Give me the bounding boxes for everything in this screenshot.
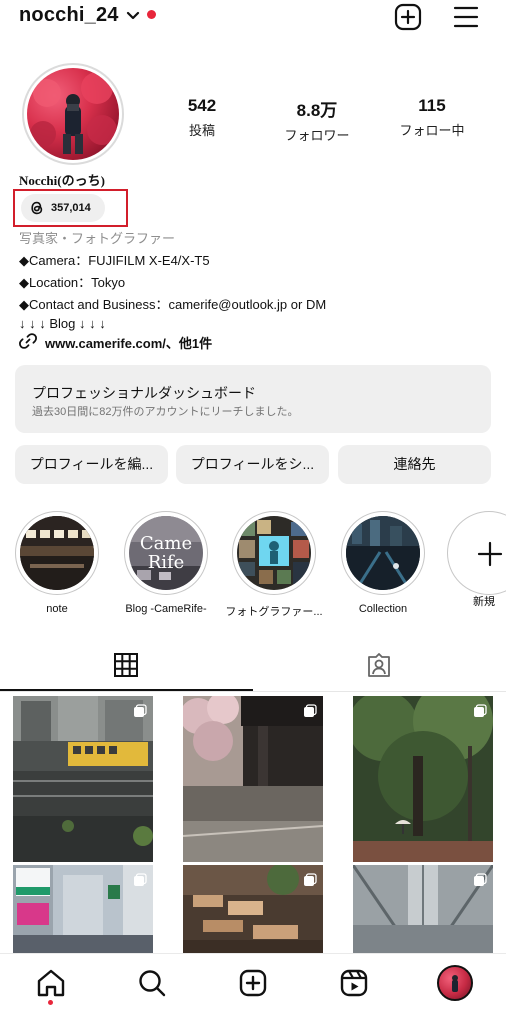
avatar[interactable] — [27, 68, 119, 160]
bio-line: ↓ ↓ ↓ Blog ↓ ↓ ↓ — [19, 316, 106, 331]
post-thumbnail[interactable] — [183, 696, 323, 862]
bio-category: 写真家・フォトグラファー — [19, 231, 176, 246]
highlight-cover — [346, 516, 420, 590]
svg-text:Came: Came — [140, 533, 192, 554]
dashboard-subtitle: 過去30日間に82万件のアカウントにリーチしました。 — [32, 406, 299, 418]
contact-button[interactable]: 連絡先 — [338, 445, 491, 484]
home-notification-dot — [48, 1000, 53, 1005]
carousel-icon — [304, 704, 317, 717]
plus-square-icon[interactable] — [238, 968, 268, 998]
stat-following-value: 115 — [418, 96, 446, 115]
highlight-label: note — [46, 603, 68, 615]
stat-following-label: フォロー中 — [399, 123, 465, 138]
new-highlight-label: 新規 — [473, 596, 495, 608]
grid-icon — [114, 653, 138, 677]
carousel-icon — [134, 704, 147, 717]
bottom-navigation — [0, 953, 506, 1024]
username[interactable]: nocchi_24 — [19, 4, 119, 27]
stat-posts-label: 投稿 — [188, 123, 215, 138]
hamburger-menu-icon[interactable] — [452, 5, 480, 29]
edit-profile-button[interactable]: プロフィールを編... — [15, 445, 168, 484]
bio-link-text[interactable]: www.camerife.com/、他1件 — [45, 333, 212, 352]
post-thumbnail[interactable] — [13, 696, 153, 862]
highlight-note[interactable]: note — [15, 511, 99, 615]
stat-followers-value: 8.8万 — [296, 101, 338, 120]
highlight-label: Collection — [358, 603, 408, 615]
post-thumbnail[interactable] — [353, 865, 493, 953]
post-thumbnail[interactable] — [183, 865, 323, 953]
post-thumbnail[interactable] — [353, 696, 493, 862]
active-tab-indicator — [0, 689, 253, 691]
tagged-person-icon — [368, 653, 390, 677]
svg-text:Rife: Rife — [148, 552, 185, 573]
dashboard-title: プロフェッショナルダッシュボード — [32, 385, 256, 401]
profile-tabs — [0, 640, 506, 692]
home-icon[interactable] — [36, 968, 66, 998]
carousel-icon — [474, 704, 487, 717]
highlight-label: Blog -CameRife- — [125, 603, 207, 615]
highlight-cover — [237, 516, 311, 590]
bio-line: ◆Camera：FUJIFILM X-E4/X-T5 — [19, 253, 210, 268]
search-icon[interactable] — [137, 968, 167, 998]
stat-posts-value: 542 — [187, 96, 217, 115]
bio-line: ◆Location：Tokyo — [19, 275, 126, 290]
highlight-blog[interactable]: Came Rife Blog -CameRife- — [124, 511, 208, 615]
annotation-box — [13, 189, 128, 227]
stat-followers[interactable]: 8.8万 フォロワー — [272, 96, 362, 144]
carousel-icon — [134, 873, 147, 886]
share-profile-button[interactable]: プロフィールをシ... — [176, 445, 329, 484]
highlight-cover: Came Rife — [129, 516, 203, 590]
highlight-label: フォトグラファー... — [225, 606, 323, 618]
reels-icon[interactable] — [339, 968, 369, 998]
tab-tagged[interactable] — [253, 640, 506, 692]
post-thumbnail[interactable] — [13, 865, 153, 953]
tab-grid[interactable] — [0, 640, 253, 692]
display-name: Nocchi(のっち) — [19, 173, 105, 188]
top-bar: nocchi_24 — [0, 0, 506, 38]
new-highlight-button[interactable]: 新規 — [447, 511, 506, 608]
professional-dashboard[interactable]: プロフェッショナルダッシュボード 過去30日間に82万件のアカウントにリーチしま… — [15, 365, 491, 433]
stat-followers-label: フォロワー — [284, 128, 350, 143]
plus-square-icon[interactable] — [394, 3, 422, 31]
carousel-icon — [474, 873, 487, 886]
highlight-photographer[interactable]: フォトグラファー... — [225, 511, 323, 619]
carousel-icon — [304, 873, 317, 886]
highlight-cover — [20, 516, 94, 590]
plus-icon — [477, 541, 503, 567]
stat-following[interactable]: 115 フォロー中 — [387, 96, 477, 139]
link-icon — [19, 333, 37, 349]
notification-dot — [147, 10, 156, 19]
avatar[interactable] — [437, 965, 473, 1001]
bio-line: ◆Contact and Business：camerife@outlook.j… — [19, 297, 327, 312]
stat-posts[interactable]: 542 投稿 — [157, 96, 247, 139]
chevron-down-icon[interactable] — [126, 11, 140, 21]
highlight-collection[interactable]: Collection — [341, 511, 425, 615]
